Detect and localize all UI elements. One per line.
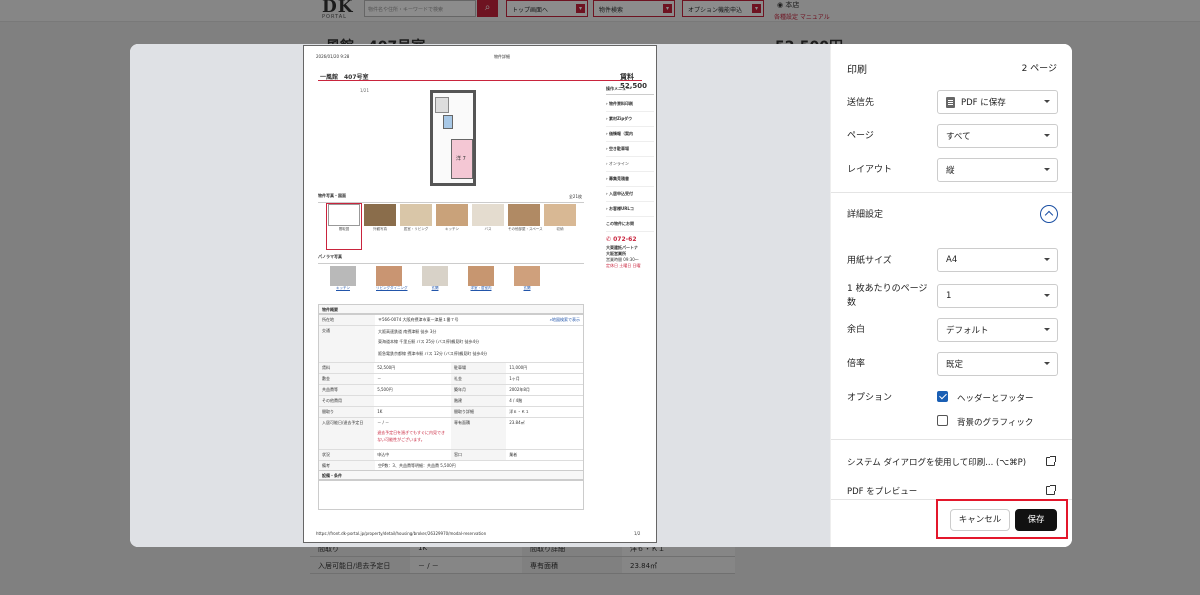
margin-label: 余白	[847, 325, 866, 335]
advanced-settings-label[interactable]: 詳細設定	[847, 208, 883, 222]
pages-label: ページ	[847, 131, 874, 141]
open-external-icon[interactable]	[1046, 485, 1056, 495]
dropdown-caret-icon	[1044, 362, 1050, 365]
open-external-icon[interactable]	[1046, 456, 1056, 466]
map-link: ⌕地図検索で表示	[549, 317, 580, 322]
preview-photos-header: 物件写真・図面 全21枚	[318, 193, 584, 203]
list-item: › 募集見積書	[606, 172, 654, 187]
background-graphics-label[interactable]: 背景のグラフィック	[957, 416, 1033, 428]
table-row: 共益費等 5,500円 築年月 2002年8月	[319, 385, 583, 396]
preview-phone: ✆ 072-62	[606, 236, 637, 243]
panorama-thumb: 洋室・居室内	[468, 266, 494, 292]
header-footer-checkbox[interactable]	[937, 391, 948, 402]
panorama-thumb: 玄関	[514, 266, 540, 292]
photo-thumb: 外観写真	[364, 204, 396, 234]
floor-plan-image: 洋 7	[430, 90, 476, 186]
preview-equipment-box	[318, 480, 584, 510]
scale-label: 倍率	[847, 359, 866, 369]
table-row: 所在地 〒566-0074 大阪府摂津市東一津屋１番７号 ⌕地図検索で表示	[319, 315, 583, 326]
preview-overview-table: 所在地 〒566-0074 大阪府摂津市東一津屋１番７号 ⌕地図検索で表示 交通…	[318, 314, 584, 480]
header-footer-label[interactable]: ヘッダーとフッター	[957, 392, 1034, 404]
pages-per-sheet-label: 1 枚あたりのページ数	[847, 284, 928, 308]
system-dialog-link[interactable]: システム ダイアログを使用して印刷... (⌥⌘P)	[847, 456, 1026, 468]
preview-footer-page: 1/2	[634, 531, 641, 536]
list-item: › 価情報（案内	[606, 127, 654, 142]
preview-divider	[318, 80, 642, 81]
print-preview-area: 2026/01/20 9:28 物件詳細 一風館 407号室 賃料 52,500…	[130, 44, 830, 547]
collapse-icon[interactable]	[1040, 205, 1058, 223]
photo-thumb: 間取図	[328, 204, 360, 234]
preview-image-count: 1/21	[360, 88, 369, 93]
list-item: › 素材Zipダウ	[606, 112, 654, 127]
table-row: 交通 大阪高速鉄道 南摂津駅 徒歩 3分 東海道本線 千里丘駅 バス 25分 (…	[319, 326, 583, 363]
photo-thumb: 収納	[544, 204, 576, 234]
preview-overview-header: 物件概要	[318, 304, 584, 314]
preview-page: 2026/01/20 9:28 物件詳細 一風館 407号室 賃料 52,500…	[303, 45, 657, 543]
preview-operation-menu: 操作メニュー › 物件資料印刷 › 素材Zipダウ › 価情報（案内 › 空き駐…	[606, 84, 654, 269]
preview-footer-url: https://front.dk-portal.jp/property/deta…	[316, 531, 487, 536]
table-row: 敷金－礼金 1ヶ月	[319, 374, 583, 385]
preview-date: 2026/01/20 9:28	[316, 54, 350, 59]
dropdown-caret-icon	[1044, 134, 1050, 137]
margin-select[interactable]: デフォルト	[937, 318, 1058, 342]
pdf-file-icon	[946, 96, 955, 108]
divider	[831, 192, 1072, 193]
dropdown-caret-icon	[1044, 258, 1050, 261]
table-row: 間取り 1K 間取り詳細 洋６・Ｋ１	[319, 407, 583, 418]
layout-select[interactable]: 縦	[937, 158, 1058, 182]
dropdown-caret-icon	[1044, 100, 1050, 103]
print-settings-panel: 印刷 2 ページ 送信先 PDF に保存 ページ すべて レイアウト 縦 詳細設…	[830, 44, 1072, 547]
save-button[interactable]: 保存	[1015, 509, 1057, 531]
list-item: › 入居申込受付	[606, 187, 654, 202]
dropdown-caret-icon	[1044, 168, 1050, 171]
dropdown-caret-icon	[1044, 294, 1050, 297]
destination-label: 送信先	[847, 98, 875, 108]
destination-select[interactable]: PDF に保存	[937, 90, 1058, 114]
print-title: 印刷	[847, 65, 867, 76]
pages-per-sheet-select[interactable]: 1	[937, 284, 1058, 308]
table-row: 賃料 52,500円 駐車場 11,000円	[319, 363, 583, 374]
cancel-button[interactable]: キャンセル	[950, 509, 1010, 531]
paper-size-select[interactable]: A4	[937, 248, 1058, 272]
background-graphics-checkbox[interactable]	[937, 415, 948, 426]
photo-thumb: その他部屋・スペース	[508, 204, 543, 234]
page-count: 2 ページ	[1021, 64, 1057, 74]
table-row: 入居可能日/退去予定日 － / －退去予定日を過ぎてもすぐに内見できない可能性が…	[319, 418, 583, 450]
table-row: その他費用 階建 4 / 4階	[319, 396, 583, 407]
list-item: › 空き駐車場	[606, 142, 654, 157]
photo-thumb: キッチン	[436, 204, 468, 234]
pages-select[interactable]: すべて	[937, 124, 1058, 148]
preview-doc-title: 物件詳細	[494, 54, 510, 59]
list-item: › お客様URLコ	[606, 202, 654, 217]
panorama-thumb: キッチン	[330, 266, 356, 292]
panorama-thumb: 玄関	[422, 266, 448, 292]
table-row: 状況 申込中 窓口 業者	[319, 450, 583, 461]
panorama-thumb: リビングダイニング	[376, 266, 408, 292]
list-item: › 物件資料印刷	[606, 97, 654, 112]
photo-thumb: バス	[472, 204, 504, 234]
preview-equipment-header: 設備・条件	[318, 470, 584, 480]
print-dialog: 2026/01/20 9:28 物件詳細 一風館 407号室 賃料 52,500…	[130, 44, 1072, 547]
dropdown-caret-icon	[1044, 328, 1050, 331]
scale-select[interactable]: 既定	[937, 352, 1058, 376]
options-label: オプション	[847, 393, 893, 403]
list-item: › オンライン	[606, 157, 654, 172]
pdf-preview-link[interactable]: PDF をプレビュー	[847, 485, 917, 497]
divider	[831, 439, 1072, 440]
layout-label: レイアウト	[847, 165, 893, 175]
photo-thumb: 居室・リビング	[400, 204, 432, 234]
paper-size-label: 用紙サイズ	[847, 256, 892, 266]
preview-panorama-header: パノラマ写真	[318, 254, 584, 264]
